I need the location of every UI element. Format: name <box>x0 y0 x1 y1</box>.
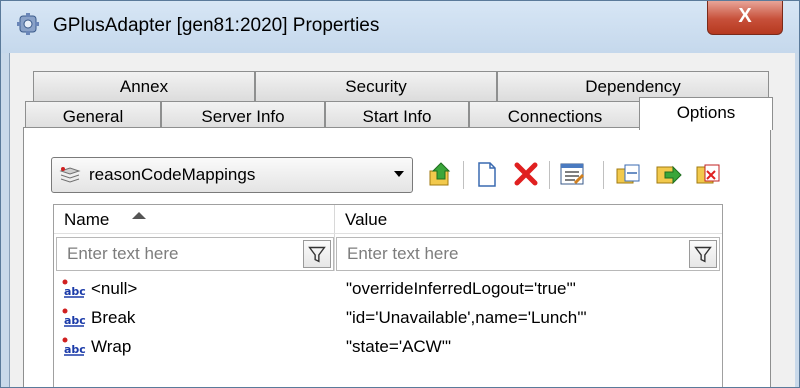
row-name: Wrap <box>91 337 132 356</box>
adapter-app-icon <box>17 13 39 35</box>
row-name: <null> <box>91 279 138 298</box>
svg-text:abc: abc <box>64 343 86 356</box>
copy-icon[interactable] <box>613 159 643 189</box>
window-title: GPlusAdapter [gen81:2020] Properties <box>53 15 380 36</box>
filter-placeholder: Enter text here <box>67 244 179 263</box>
sort-ascending-icon <box>132 212 146 219</box>
svg-text:abc: abc <box>64 314 86 327</box>
chevron-down-icon[interactable] <box>394 171 404 177</box>
list-section-icon <box>59 167 81 183</box>
filter-placeholder: Enter text here <box>347 244 459 263</box>
mappings-grid: Name Value Enter text here Enter text he… <box>53 204 723 387</box>
toolbar-separator <box>549 161 550 189</box>
import-icon[interactable] <box>693 159 723 189</box>
row-name: Break <box>91 308 136 327</box>
tab-annex[interactable]: Annex <box>33 71 255 101</box>
filter-icon[interactable] <box>303 240 331 268</box>
column-divider[interactable] <box>334 205 335 271</box>
edit-list-icon[interactable] <box>557 159 587 189</box>
upload-icon[interactable] <box>425 159 455 189</box>
column-header-name[interactable]: Name <box>64 210 109 230</box>
row-value: "overrideInferredLogout='true'" <box>346 279 576 298</box>
svg-text:abc: abc <box>64 285 86 298</box>
string-value-icon: abc <box>62 308 86 327</box>
toolbar-separator <box>463 161 464 189</box>
name-filter-input[interactable]: Enter text here <box>56 237 334 271</box>
new-document-icon[interactable] <box>471 159 501 189</box>
header-divider <box>54 233 722 234</box>
value-filter-input[interactable]: Enter text here <box>336 237 720 271</box>
table-row[interactable]: abc <null> "overrideInferredLogout='true… <box>62 277 712 303</box>
row-value: "id='Unavailable',name='Lunch'" <box>346 308 587 327</box>
column-header-value[interactable]: Value <box>345 210 387 230</box>
table-row[interactable]: abc Break "id='Unavailable',name='Lunch'… <box>62 306 712 332</box>
section-selector-dropdown[interactable]: reasonCodeMappings <box>51 157 413 193</box>
tab-options[interactable]: Options <box>639 97 773 130</box>
delete-icon[interactable] <box>511 159 541 189</box>
toolbar-separator <box>603 161 604 189</box>
close-button[interactable]: X <box>707 1 783 35</box>
table-row[interactable]: abc Wrap "state='ACW'" <box>62 335 712 361</box>
section-selector-value: reasonCodeMappings <box>89 165 256 184</box>
filter-icon[interactable] <box>689 240 717 268</box>
tab-security[interactable]: Security <box>255 71 497 101</box>
title-bar[interactable]: GPlusAdapter [gen81:2020] Properties X <box>1 1 799 53</box>
export-icon[interactable] <box>653 159 683 189</box>
row-value: "state='ACW'" <box>346 337 452 356</box>
properties-window: GPlusAdapter [gen81:2020] Properties X A… <box>0 0 800 388</box>
string-value-icon: abc <box>62 279 86 298</box>
string-value-icon: abc <box>62 337 86 356</box>
